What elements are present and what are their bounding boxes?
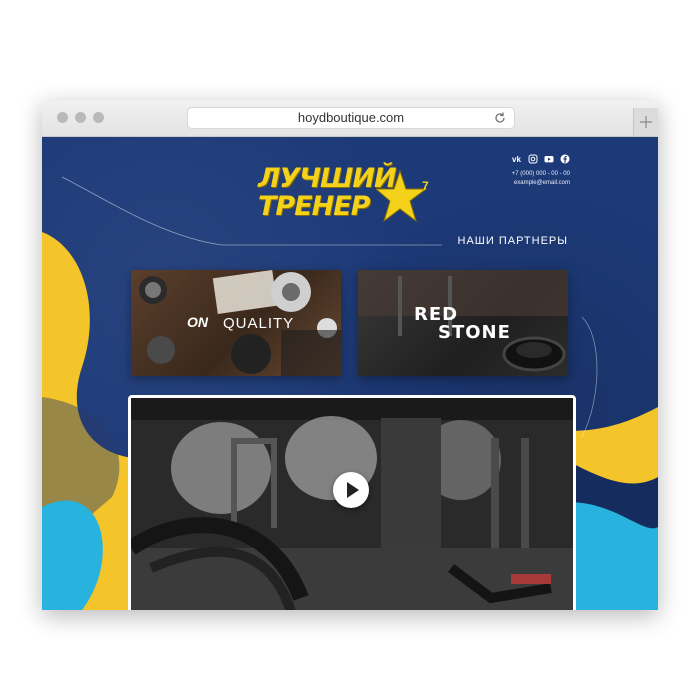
partner-card-redstone[interactable]: RED STONE bbox=[358, 270, 568, 376]
logo-line-2: ТРЕНЕР bbox=[258, 191, 370, 222]
contacts-block: vk +7 (000) 000 - 00 - 00 example@email.… bbox=[512, 154, 570, 188]
facebook-icon[interactable] bbox=[560, 154, 570, 164]
site-logo[interactable]: ЛУЧШИЙ ТРЕНЕР 7 bbox=[258, 161, 438, 225]
logo-line-1: ЛУЧШИЙ bbox=[258, 163, 397, 194]
social-links: vk bbox=[512, 154, 570, 164]
svg-text:vk: vk bbox=[512, 155, 521, 164]
partner-card-quality[interactable]: ON QUALITY bbox=[131, 270, 341, 376]
on-logo: ON bbox=[187, 314, 208, 330]
star-icon bbox=[376, 169, 428, 223]
email-address[interactable]: example@email.com bbox=[512, 179, 570, 188]
minimize-dot-icon[interactable] bbox=[75, 112, 86, 123]
play-button[interactable] bbox=[333, 472, 369, 508]
partners-heading: НАШИ ПАРТНЕРЫ bbox=[457, 235, 568, 247]
new-tab-plus-icon bbox=[640, 116, 652, 128]
vk-icon[interactable]: vk bbox=[512, 154, 522, 164]
site-viewport: ЛУЧШИЙ ТРЕНЕР 7 vk +7 (000) 000 - 00 - 0… bbox=[42, 137, 658, 610]
partner-label-quality: QUALITY bbox=[223, 315, 295, 332]
gym-video-player[interactable] bbox=[128, 395, 576, 610]
youtube-icon[interactable] bbox=[544, 154, 554, 164]
reload-icon[interactable] bbox=[492, 110, 508, 126]
new-tab-button[interactable] bbox=[633, 108, 658, 136]
zoom-dot-icon[interactable] bbox=[93, 112, 104, 123]
redstone-line-2: STONE bbox=[438, 322, 511, 343]
browser-window: hoydboutique.com ЛУЧШИЙ ТРЕНЕР 7 vk +7 (… bbox=[42, 100, 658, 610]
close-dot-icon[interactable] bbox=[57, 112, 68, 123]
phone-number[interactable]: +7 (000) 000 - 00 - 00 bbox=[512, 170, 570, 179]
instagram-icon[interactable] bbox=[528, 154, 538, 164]
url-text: hoydboutique.com bbox=[297, 110, 405, 125]
play-icon bbox=[347, 482, 359, 498]
address-bar[interactable]: hoydboutique.com bbox=[187, 107, 515, 129]
browser-toolbar: hoydboutique.com bbox=[42, 100, 658, 137]
logo-number: 7 bbox=[422, 179, 429, 193]
